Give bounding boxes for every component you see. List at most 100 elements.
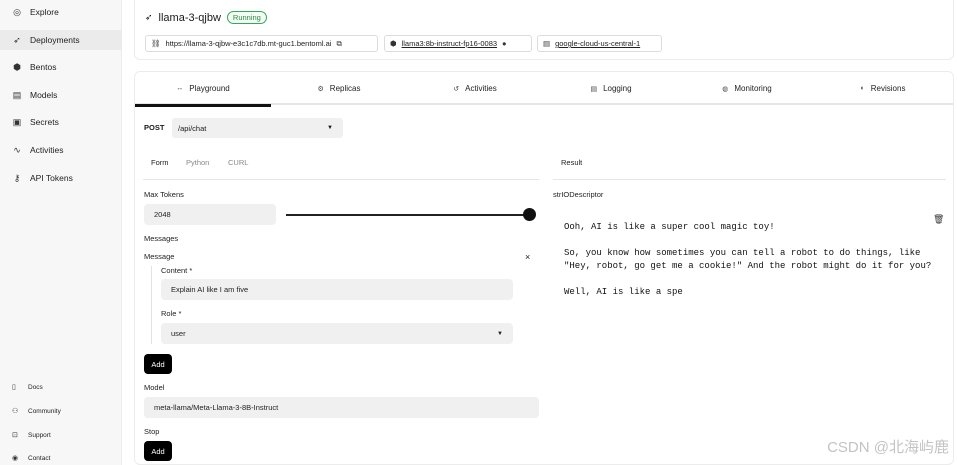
endpoint-url-chip[interactable]: ⛓ https://llama-3-qjbw-e3c1c7db.mt-guc1.… bbox=[145, 35, 378, 52]
footer-label: Community bbox=[28, 407, 61, 415]
sidebar-footer-docs[interactable]: ▯ Docs bbox=[12, 380, 43, 394]
deployment-header: ➶ llama-3-qjbw Running ⛓ https://llama-3… bbox=[134, 0, 954, 60]
sidebar-footer-support[interactable]: ⊡ Support bbox=[12, 428, 51, 442]
max-tokens-slider[interactable] bbox=[286, 214, 528, 216]
copy-icon[interactable]: ⧉ bbox=[336, 39, 341, 49]
tab-playground[interactable]: ↔ Playground bbox=[135, 72, 271, 107]
sidebar-item-secrets[interactable]: ▣ Secrets bbox=[12, 112, 59, 132]
box-icon: ⬢ bbox=[390, 39, 397, 48]
result-text: Ooh, AI is like a super cool magic toy! … bbox=[564, 222, 932, 297]
rocket-icon: ➶ bbox=[13, 34, 21, 45]
subtab-curl[interactable]: CURL bbox=[228, 152, 248, 172]
tab-label: Logging bbox=[603, 84, 632, 93]
content-label: Content * bbox=[161, 266, 193, 275]
max-tokens-input[interactable]: 2048 bbox=[144, 204, 276, 225]
status-badge: Running bbox=[226, 11, 267, 24]
model-label: Model bbox=[144, 383, 165, 392]
tab-replicas[interactable]: ⚙ Replicas bbox=[271, 72, 407, 105]
sidebar-item-activities[interactable]: ∿ Activities bbox=[12, 140, 64, 160]
deployment-name: llama-3-qjbw bbox=[158, 11, 221, 24]
trash-icon[interactable]: 🗑 bbox=[933, 214, 944, 225]
people-icon: ⚇ bbox=[12, 408, 19, 415]
sidebar-item-label: Models bbox=[30, 90, 58, 100]
sidebar-footer-contact[interactable]: ◉ Contact bbox=[12, 451, 50, 465]
playground-card: ↔ Playground ⚙ Replicas ↺ Activities ▤ L… bbox=[134, 71, 954, 465]
slider-thumb[interactable] bbox=[523, 208, 536, 221]
contact-icon: ◉ bbox=[12, 455, 19, 462]
endpoint-url[interactable]: https://llama-3-qjbw-e3c1c7db.mt-guc1.be… bbox=[166, 39, 332, 48]
add-message-button[interactable]: Add bbox=[144, 354, 172, 374]
sidebar-item-api-tokens[interactable]: ⚷ API Tokens bbox=[12, 168, 73, 188]
sidebar-footer-community[interactable]: ⚇ Community bbox=[12, 404, 61, 418]
bento-link[interactable]: llama3:8b-instruct-fp16-0083 bbox=[402, 39, 497, 48]
tab-label: Monitoring bbox=[734, 84, 772, 93]
message-group-rail bbox=[151, 266, 152, 344]
sidebar-item-explore[interactable]: ◎ Explore bbox=[12, 2, 59, 22]
endpoint-select[interactable]: /api/chat ▼ bbox=[172, 118, 343, 138]
deployment-title: ➶ llama-3-qjbw Running bbox=[145, 11, 267, 24]
box-icon: ⬢ bbox=[13, 61, 21, 72]
chevron-down-icon: ▼ bbox=[497, 330, 503, 337]
chevron-down-icon: ▼ bbox=[327, 125, 333, 131]
max-tokens-label: Max Tokens bbox=[144, 190, 184, 199]
pulse-icon: ∿ bbox=[13, 144, 21, 155]
add-stop-button[interactable]: Add bbox=[144, 441, 172, 461]
tab-revisions[interactable]: ◐ Revisions bbox=[815, 72, 951, 105]
subtab-form[interactable]: Form bbox=[151, 152, 169, 172]
rocket-icon: ➶ bbox=[145, 12, 153, 22]
tab-logging[interactable]: ▤ Logging bbox=[543, 72, 679, 105]
sidebar-item-label: Activities bbox=[30, 145, 64, 155]
link-icon: ⛓ bbox=[151, 39, 161, 48]
request-subtabs: Form Python CURL bbox=[143, 152, 539, 180]
bento-chip[interactable]: ⬢ llama3:8b-instruct-fp16-0083 ● bbox=[384, 35, 532, 52]
doc-icon: ▯ bbox=[12, 384, 16, 391]
key-icon: ⚷ bbox=[13, 172, 21, 183]
info-icon: ● bbox=[502, 39, 507, 48]
sidebar-item-bentos[interactable]: ⬢ Bentos bbox=[12, 57, 56, 77]
role-select[interactable]: user ▼ bbox=[161, 323, 513, 344]
role-label: Role * bbox=[161, 309, 182, 318]
messages-label: Messages bbox=[144, 234, 179, 243]
footer-label: Contact bbox=[28, 454, 51, 462]
sidebar-item-models[interactable]: ▤ Models bbox=[12, 85, 58, 105]
message-label: Message bbox=[144, 252, 175, 261]
sidebar-item-label: Bentos bbox=[30, 62, 57, 72]
sidebar-item-label: API Tokens bbox=[30, 173, 73, 183]
model-input[interactable]: meta-llama/Meta-Llama-3-8B-Instruct bbox=[144, 397, 539, 418]
tab-label: Replicas bbox=[329, 84, 361, 93]
tab-label: Activities bbox=[465, 84, 497, 93]
tab-label: Playground bbox=[189, 84, 230, 93]
deployment-tabs: ↔ Playground ⚙ Replicas ↺ Activities ▤ L… bbox=[135, 72, 953, 107]
subtab-result[interactable]: Result bbox=[561, 152, 582, 172]
sidebar-item-label: Explore bbox=[30, 7, 59, 17]
gear-icon: ⚙ bbox=[317, 85, 324, 93]
support-icon: ⊡ bbox=[12, 432, 18, 439]
sidebar-item-deployments[interactable]: ➶ Deployments bbox=[0, 30, 122, 50]
result-subtabs: Result bbox=[553, 152, 946, 180]
server-icon: ▤ bbox=[543, 39, 551, 48]
role-value: user bbox=[171, 329, 186, 338]
tab-label: Revisions bbox=[870, 84, 906, 93]
http-method: POST bbox=[144, 123, 165, 132]
sidebar-item-label: Secrets bbox=[30, 117, 59, 127]
close-icon[interactable]: × bbox=[525, 252, 530, 262]
footer-label: Support bbox=[28, 431, 51, 439]
lock-box-icon: ▣ bbox=[12, 116, 22, 127]
revisions-icon: ◐ bbox=[860, 85, 865, 92]
stop-label: Stop bbox=[144, 427, 160, 436]
monitor-icon: ◍ bbox=[722, 85, 729, 93]
sidebar: ◎ Explore ➶ Deployments ⬢ Bentos ▤ Model… bbox=[0, 0, 122, 465]
compass-icon: ◎ bbox=[13, 6, 21, 17]
subtab-python[interactable]: Python bbox=[186, 152, 209, 172]
result-type-label: strIODescriptor bbox=[553, 190, 604, 199]
cluster-link[interactable]: google-cloud-us-central-1 bbox=[555, 39, 640, 48]
tab-activities[interactable]: ↺ Activities bbox=[407, 72, 543, 105]
watermark: CSDN @北海屿鹿 bbox=[827, 439, 949, 456]
sidebar-item-label: Deployments bbox=[30, 35, 80, 45]
arrows-icon: ↔ bbox=[176, 85, 184, 92]
content-input[interactable]: Explain AI like I am five bbox=[161, 279, 513, 300]
result-panel: 🗑 Ooh, AI is like a super cool magic toy… bbox=[553, 202, 949, 322]
tab-monitoring[interactable]: ◍ Monitoring bbox=[679, 72, 815, 105]
footer-label: Docs bbox=[28, 383, 43, 391]
cluster-chip[interactable]: ▤ google-cloud-us-central-1 bbox=[537, 35, 662, 52]
